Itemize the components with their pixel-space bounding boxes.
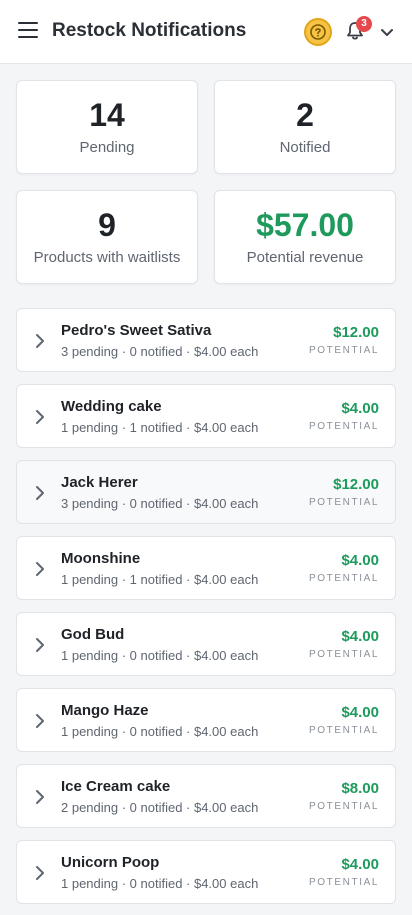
notification-badge: 3 xyxy=(356,16,372,32)
chevron-right-icon xyxy=(36,714,44,728)
product-row[interactable]: Pedro's Sweet Sativa 3 pending · 0 notif… xyxy=(16,308,396,372)
stat-value: 9 xyxy=(98,207,116,243)
product-meta: 3 pending · 0 notified · $4.00 each xyxy=(61,496,259,511)
product-name: Mango Haze xyxy=(61,702,149,719)
product-potential-label: POTENTIAL xyxy=(309,725,379,736)
chevron-right-icon xyxy=(36,334,44,348)
product-potential-label: POTENTIAL xyxy=(309,801,379,812)
product-name: Jack Herer xyxy=(61,474,138,491)
product-meta: 1 pending · 1 notified · $4.00 each xyxy=(61,572,259,587)
product-name: Unicorn Poop xyxy=(61,854,160,871)
product-meta: 1 pending · 0 notified · $4.00 each xyxy=(61,648,259,663)
product-potential-label: POTENTIAL xyxy=(309,877,379,888)
chevron-right-icon xyxy=(36,486,44,500)
product-amount: $4.00 xyxy=(341,856,379,873)
hamburger-menu-icon[interactable] xyxy=(18,22,38,40)
product-name: Wedding cake xyxy=(61,398,162,415)
product-amount: $12.00 xyxy=(333,476,379,493)
product-name: God Bud xyxy=(61,626,125,643)
stat-label: Products with waitlists xyxy=(33,249,181,266)
chevron-right-icon xyxy=(36,562,44,576)
product-amount: $8.00 xyxy=(341,780,379,797)
product-meta: 2 pending · 0 notified · $4.00 each xyxy=(61,800,259,815)
product-row[interactable]: Jack Herer 3 pending · 0 notified · $4.0… xyxy=(16,460,396,524)
product-row[interactable]: Mango Haze 1 pending · 0 notified · $4.0… xyxy=(16,688,396,752)
product-row[interactable]: Moonshine 1 pending · 1 notified · $4.00… xyxy=(16,536,396,600)
product-amount: $4.00 xyxy=(341,400,379,417)
question-circle-icon xyxy=(310,24,326,40)
product-row[interactable]: Unicorn Poop 1 pending · 0 notified · $4… xyxy=(16,840,396,904)
product-row[interactable]: Ice Cream cake 2 pending · 0 notified · … xyxy=(16,764,396,828)
stat-card-potential-revenue: $57.00 Potential revenue xyxy=(214,190,396,284)
product-potential-label: POTENTIAL xyxy=(309,649,379,660)
app-header: Restock Notifications 3 xyxy=(0,0,412,64)
product-name: Ice Cream cake xyxy=(61,778,171,795)
chevron-right-icon xyxy=(36,866,44,880)
product-amount: $4.00 xyxy=(341,628,379,645)
stat-label: Notified xyxy=(279,139,331,156)
product-row[interactable]: Wedding cake 1 pending · 1 notified · $4… xyxy=(16,384,396,448)
product-amount: $4.00 xyxy=(341,704,379,721)
chevron-right-icon xyxy=(36,410,44,424)
stat-card-products-waitlists: 9 Products with waitlists xyxy=(16,190,198,284)
account-dropdown-chevron-down-icon[interactable] xyxy=(380,25,396,39)
stat-card-notified: 2 Notified xyxy=(214,80,396,174)
product-meta: 1 pending · 0 notified · $4.00 each xyxy=(61,724,259,739)
page-title: Restock Notifications xyxy=(52,20,247,41)
product-amount: $12.00 xyxy=(333,324,379,341)
stat-label: Pending xyxy=(79,139,135,156)
chevron-right-icon xyxy=(36,790,44,804)
product-potential-label: POTENTIAL xyxy=(309,345,379,356)
chevron-right-icon xyxy=(36,638,44,652)
stat-value: 2 xyxy=(296,97,314,133)
stat-card-pending: 14 Pending xyxy=(16,80,198,174)
product-amount: $4.00 xyxy=(341,552,379,569)
product-meta: 3 pending · 0 notified · $4.00 each xyxy=(61,344,259,359)
stat-value: $57.00 xyxy=(256,207,354,243)
stat-value: 14 xyxy=(89,97,125,133)
product-name: Pedro's Sweet Sativa xyxy=(61,322,212,339)
product-name: Moonshine xyxy=(61,550,141,567)
product-row[interactable]: God Bud 1 pending · 0 notified · $4.00 e… xyxy=(16,612,396,676)
help-button[interactable] xyxy=(304,18,332,46)
product-potential-label: POTENTIAL xyxy=(309,573,379,584)
product-meta: 1 pending · 1 notified · $4.00 each xyxy=(61,420,259,435)
product-potential-label: POTENTIAL xyxy=(309,497,379,508)
stat-label: Potential revenue xyxy=(246,249,364,266)
product-potential-label: POTENTIAL xyxy=(309,421,379,432)
product-meta: 1 pending · 0 notified · $4.00 each xyxy=(61,876,259,891)
